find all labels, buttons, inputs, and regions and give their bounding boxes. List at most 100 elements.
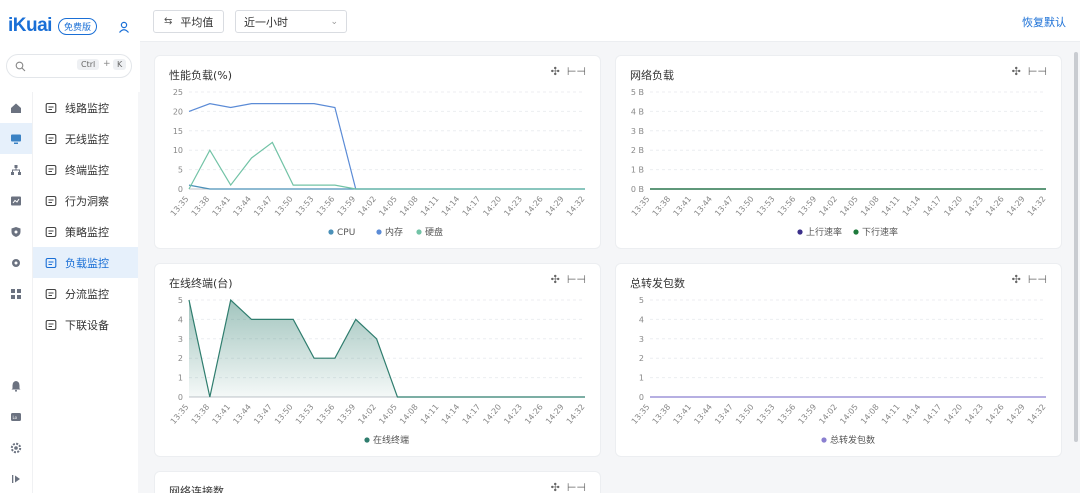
- x-tick-label: 14:20: [481, 403, 503, 426]
- rail-live[interactable]: Lo: [0, 401, 32, 432]
- x-tick-label: 14:29: [1005, 403, 1027, 426]
- expand-icon[interactable]: ⊢⊣: [567, 273, 586, 286]
- x-tick-label: 13:38: [190, 403, 212, 426]
- legend-label[interactable]: 总转发包数: [830, 434, 875, 446]
- x-tick-label: 14:26: [984, 403, 1006, 426]
- card-online-terminals: 0 1 2 3 4 5 13:35 13:38 13:41 13:44 13:47 13:50 13:5…: [154, 263, 601, 457]
- x-tick-label: 13:56: [315, 403, 337, 426]
- monitor-icon: [11, 134, 21, 144]
- move-icon[interactable]: ✣: [551, 273, 560, 286]
- y-tick-label: 15: [173, 127, 183, 136]
- rail-security[interactable]: [0, 216, 32, 247]
- card-tools: ✣ ⊢⊣: [1012, 65, 1047, 78]
- menu-item[interactable]: 线路监控: [33, 92, 138, 123]
- x-tick-label: 13:56: [776, 195, 798, 218]
- legend-label[interactable]: CPU: [337, 228, 355, 238]
- rail-collapse[interactable]: [0, 463, 32, 493]
- user-icon[interactable]: [118, 21, 130, 33]
- rail-monitor[interactable]: [0, 123, 32, 154]
- rail-settings[interactable]: [0, 247, 32, 278]
- rail-system[interactable]: [0, 432, 32, 463]
- move-icon[interactable]: ✣: [551, 65, 560, 78]
- move-icon[interactable]: ✣: [551, 481, 560, 493]
- expand-icon[interactable]: ⊢⊣: [1028, 65, 1047, 78]
- reset-default-link[interactable]: 恢复默认: [1022, 14, 1066, 30]
- card-title: 总转发包数: [630, 277, 685, 290]
- y-tick-label: 3: [178, 335, 183, 344]
- x-tick-label: 13:35: [630, 403, 652, 426]
- x-tick-label: 14:20: [942, 403, 964, 426]
- legend-label[interactable]: 在线终端: [373, 434, 409, 446]
- x-tick-label: 14:23: [502, 403, 524, 426]
- x-tick-label: 14:02: [817, 195, 839, 218]
- x-tick-label: 14:26: [523, 403, 545, 426]
- y-tick-label: 0: [639, 393, 644, 402]
- card-title: 网络负载: [630, 69, 674, 82]
- route-icon: [45, 102, 57, 113]
- menu-item[interactable]: 负载监控: [33, 247, 138, 278]
- x-tick-label: 14:08: [859, 195, 881, 218]
- y-tick-label: 0 B: [631, 185, 644, 194]
- average-label: 平均值: [180, 15, 214, 29]
- x-tick-label: 13:47: [252, 195, 274, 218]
- series-line: [188, 103, 585, 190]
- card-title: 网络连接数: [169, 485, 224, 493]
- expand-icon[interactable]: ⊢⊣: [567, 481, 586, 493]
- rail-bottom: Lo: [0, 370, 32, 493]
- settings-icon: [10, 442, 22, 453]
- rail-topology[interactable]: [0, 154, 32, 185]
- x-tick-label: 14:02: [356, 195, 378, 218]
- move-icon[interactable]: ✣: [1012, 273, 1021, 286]
- submenu: 线路监控 无线监控 终端监控 行为洞察 策略监控负载监控分流监控下联设备: [32, 92, 138, 493]
- average-toggle-button[interactable]: ⇆ 平均值: [153, 10, 224, 33]
- expand-icon[interactable]: ⊢⊣: [567, 65, 586, 78]
- x-tick-label: 13:41: [210, 195, 232, 218]
- x-tick-label: 14:23: [963, 195, 985, 218]
- x-tick-label: 13:47: [713, 195, 735, 218]
- menu-item[interactable]: 策略监控: [33, 216, 138, 247]
- legend-label[interactable]: 硬盘: [425, 226, 443, 238]
- rail-apps[interactable]: [0, 278, 32, 309]
- forwarded-packets-chart: 01234513:35 13:38 13:41 13:44 13:47 13:50 13:5…: [630, 296, 1048, 446]
- x-tick-label: 14:26: [523, 195, 545, 218]
- card-performance: 0 5 10 15 20 25 13:35 13:38 13:41 13:44 13:47 13:50…: [154, 55, 601, 249]
- menu-item[interactable]: 终端监控: [33, 154, 138, 185]
- y-tick-label: 1: [178, 374, 183, 383]
- wireless-icon: [45, 133, 57, 144]
- legend-label[interactable]: 下行速率: [862, 226, 898, 238]
- rail-notifications[interactable]: [0, 370, 32, 401]
- x-tick-label: 14:11: [419, 195, 441, 218]
- card-tools: ✣ ⊢⊣: [551, 65, 586, 78]
- legend-swatch: [364, 437, 370, 443]
- rail-home[interactable]: [0, 92, 32, 123]
- logo[interactable]: iKuai: [8, 15, 52, 37]
- scrollbar[interactable]: [1074, 52, 1078, 442]
- x-tick-label: 13:35: [169, 195, 191, 218]
- x-tick-label: 13:38: [190, 195, 212, 218]
- legend-swatch: [821, 437, 827, 443]
- x-tick-label: 14:23: [502, 195, 524, 218]
- move-icon[interactable]: ✣: [1012, 65, 1021, 78]
- rail-chart-window[interactable]: [0, 185, 32, 216]
- menu-item[interactable]: 分流监控: [33, 278, 138, 309]
- menu-item-label: 负载监控: [65, 256, 109, 270]
- x-tick-label: 14:32: [565, 403, 587, 426]
- y-tick-label: 2: [178, 354, 183, 363]
- chevron-down-icon: ⌄: [330, 17, 338, 27]
- legend-label[interactable]: 上行速率: [806, 226, 842, 238]
- menu-item-label: 下联设备: [65, 318, 109, 332]
- x-tick-label: 13:44: [231, 403, 253, 426]
- x-tick-label: 14:23: [963, 403, 985, 426]
- menu-item[interactable]: 无线监控: [33, 123, 138, 154]
- x-tick-label: 13:44: [231, 195, 253, 218]
- insight-icon: [45, 195, 57, 206]
- device-icon: [45, 319, 57, 330]
- gear-icon: [12, 258, 20, 267]
- x-tick-label: 14:14: [440, 403, 462, 426]
- legend-label[interactable]: 内存: [385, 226, 403, 238]
- time-range-select[interactable]: 近一小时 ⌄: [235, 10, 347, 33]
- search-input[interactable]: Ctrl + K: [6, 54, 132, 78]
- expand-icon[interactable]: ⊢⊣: [1028, 273, 1047, 286]
- menu-item[interactable]: 下联设备: [33, 309, 138, 340]
- menu-item[interactable]: 行为洞察: [33, 185, 138, 216]
